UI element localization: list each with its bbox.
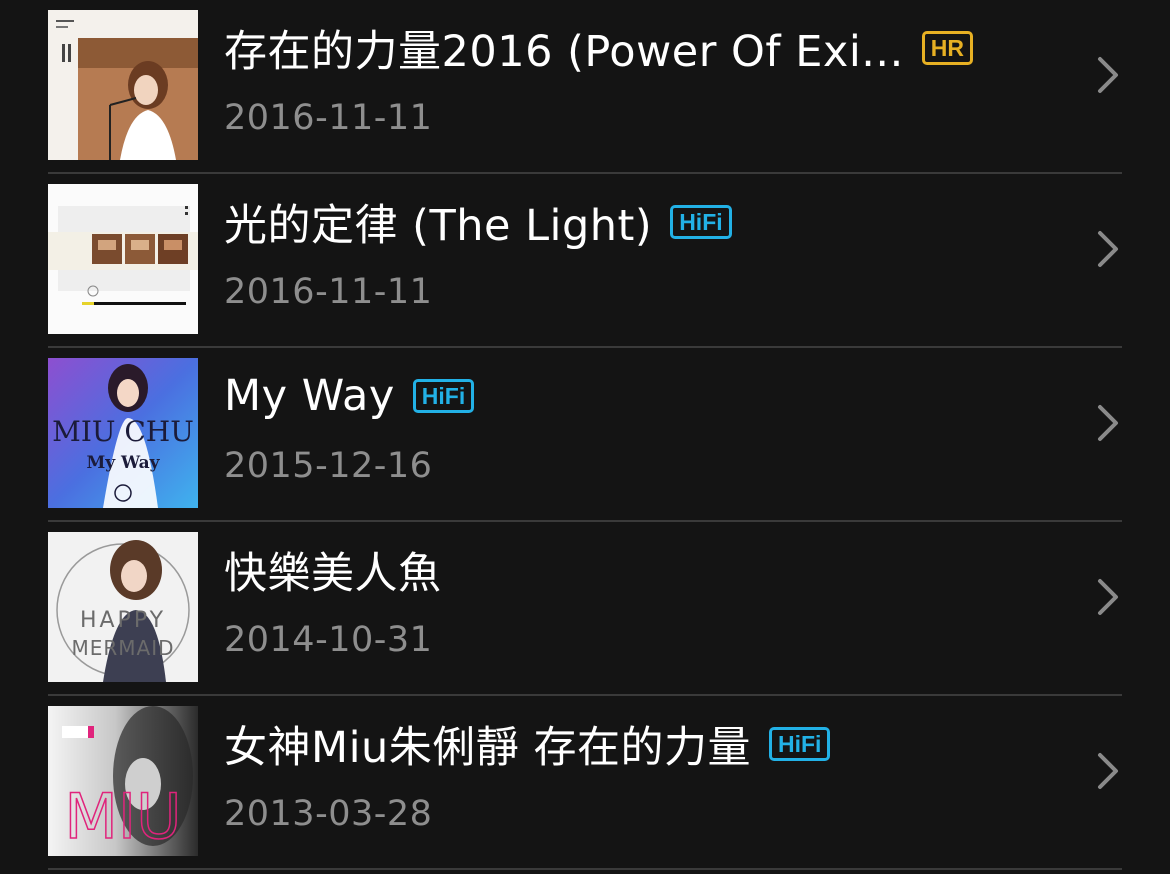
title-line: 快樂美人魚 bbox=[224, 540, 442, 600]
album-cover: MIU bbox=[48, 706, 198, 856]
album-cover bbox=[48, 10, 198, 160]
chevron-right-icon bbox=[1098, 231, 1118, 267]
album-cover bbox=[48, 184, 198, 334]
album-row[interactable]: 光的定律 (The Light) HiFi 2016-11-11 bbox=[48, 174, 1122, 348]
album-row[interactable]: MIU CHU My Way My Way HiFi 2015-12-16 bbox=[48, 348, 1122, 522]
chevron-right-icon bbox=[1098, 579, 1118, 615]
release-date: 2014-10-31 bbox=[224, 620, 433, 660]
chevron-right-icon bbox=[1098, 57, 1118, 93]
release-date: 2013-03-28 bbox=[224, 794, 433, 834]
hifi-badge: HiFi bbox=[670, 205, 732, 239]
hr-badge: HR bbox=[921, 31, 974, 65]
title-line: 光的定律 (The Light) HiFi bbox=[224, 192, 732, 252]
title-line: 存在的力量2016 (Power Of Exi... HR bbox=[224, 18, 974, 78]
album-title: 光的定律 (The Light) bbox=[224, 201, 653, 251]
release-date: 2016-11-11 bbox=[224, 98, 433, 138]
album-cover: HAPPY MERMAID bbox=[48, 532, 198, 682]
chevron-right-icon bbox=[1098, 753, 1118, 789]
album-row[interactable]: MIU 女神Miu朱俐靜 存在的力量 HiFi 2013-03-28 bbox=[48, 696, 1122, 870]
album-row[interactable]: HAPPY MERMAID 快樂美人魚 2014-10-31 bbox=[48, 522, 1122, 696]
title-line: My Way HiFi bbox=[224, 366, 475, 426]
cover-text: HAPPY bbox=[80, 608, 166, 633]
album-list: 存在的力量2016 (Power Of Exi... HR 2016-11-11 bbox=[0, 0, 1170, 874]
chevron-right-icon bbox=[1098, 405, 1118, 441]
album-title: 快樂美人魚 bbox=[224, 549, 442, 599]
hifi-badge: HiFi bbox=[412, 379, 475, 413]
cover-text: MIU bbox=[64, 780, 181, 853]
hifi-badge: HiFi bbox=[768, 727, 831, 761]
title-line: 女神Miu朱俐靜 存在的力量 HiFi bbox=[224, 714, 831, 774]
cover-text: My Way bbox=[86, 453, 160, 473]
cover-text: MIU CHU bbox=[52, 415, 194, 448]
album-title: My Way bbox=[224, 371, 395, 421]
album-title: 存在的力量2016 (Power Of Exi... bbox=[224, 27, 904, 77]
cover-text: MERMAID bbox=[71, 636, 174, 660]
album-cover: MIU CHU My Way bbox=[48, 358, 198, 508]
album-title: 女神Miu朱俐靜 存在的力量 bbox=[224, 723, 751, 773]
release-date: 2016-11-11 bbox=[224, 272, 433, 312]
album-row[interactable]: 存在的力量2016 (Power Of Exi... HR 2016-11-11 bbox=[48, 0, 1122, 174]
release-date: 2015-12-16 bbox=[224, 446, 433, 486]
